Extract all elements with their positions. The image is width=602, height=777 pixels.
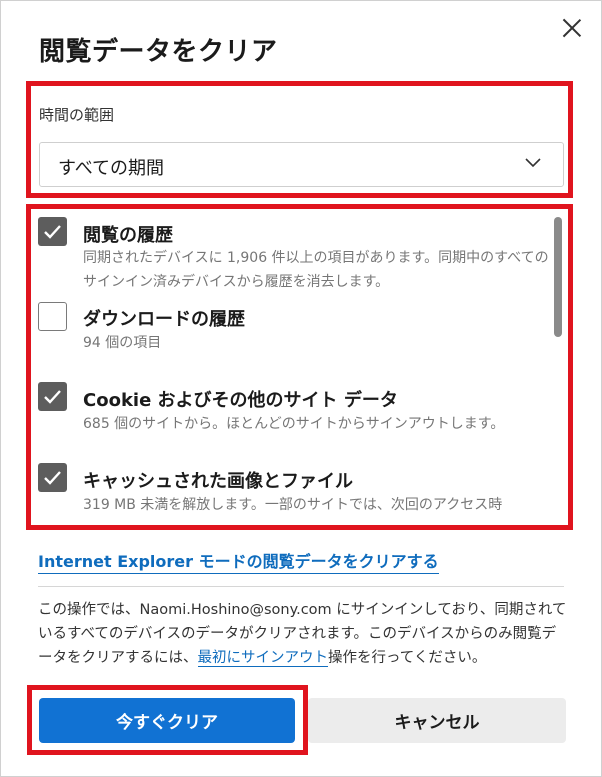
checkbox-browsing-history[interactable]: [38, 217, 67, 246]
checkbox-cookies[interactable]: [38, 382, 67, 411]
sync-notice: この操作では、Naomi.Hoshino@sony.com にサインインしており…: [38, 598, 568, 670]
clear-browsing-data-dialog: 閲覧データをクリア 時間の範囲 すべての期間 閲覧の履歴 同期されたデバイスに …: [0, 0, 602, 777]
close-icon[interactable]: [557, 13, 587, 43]
clear-now-button[interactable]: 今すぐクリア: [39, 698, 295, 743]
sign-out-first-link[interactable]: 最初にサインアウト: [197, 650, 328, 667]
item-description: 94 個の項目: [83, 335, 162, 351]
checkbox-download-history[interactable]: [38, 302, 67, 331]
ie-mode-clear-link[interactable]: Internet Explorer モードの閲覧データをクリアする: [38, 548, 439, 574]
list-item-cookies[interactable]: Cookie およびその他のサイト データ 685 個のサイトから。ほとんどのサ…: [31, 378, 551, 448]
checkmark-icon: [44, 225, 61, 239]
data-type-list[interactable]: 閲覧の履歴 同期されたデバイスに 1,906 件以上の項目があります。同期中のす…: [31, 208, 568, 524]
list-scrollbar[interactable]: [554, 217, 562, 337]
item-description: 319 MB 未満を解放します。一部のサイトでは、次回のアクセス時: [83, 497, 503, 513]
cancel-button[interactable]: キャンセル: [308, 698, 566, 743]
item-title: キャッシュされた画像とファイル: [83, 471, 353, 492]
item-description: 685 個のサイトから。ほとんどのサイトからサインアウトします。: [83, 416, 505, 432]
divider: [38, 586, 564, 587]
dialog-title: 閲覧データをクリア: [39, 37, 278, 67]
list-item-cached-images[interactable]: キャッシュされた画像とファイル 319 MB 未満を解放します。一部のサイトでは…: [31, 460, 551, 524]
time-range-value: すべての期間: [58, 158, 165, 179]
checkmark-icon: [44, 471, 61, 485]
time-range-select[interactable]: すべての期間: [39, 142, 564, 187]
notice-text-end: 操作を行ってください。: [328, 650, 487, 666]
checkbox-cached-images[interactable]: [38, 463, 67, 492]
time-range-label: 時間の範囲: [39, 106, 115, 124]
item-title: Cookie およびその他のサイト データ: [83, 390, 398, 411]
checkmark-icon: [44, 390, 61, 404]
item-title: ダウンロードの履歴: [83, 309, 245, 330]
chevron-down-icon: [525, 158, 541, 168]
item-title: 閲覧の履歴: [83, 225, 173, 246]
list-item-download-history[interactable]: ダウンロードの履歴 94 個の項目: [31, 298, 551, 368]
list-item-browsing-history[interactable]: 閲覧の履歴 同期されたデバイスに 1,906 件以上の項目があります。同期中のす…: [31, 208, 551, 298]
item-description: 同期されたデバイスに 1,906 件以上の項目があります。同期中のすべてのサイン…: [83, 250, 549, 290]
